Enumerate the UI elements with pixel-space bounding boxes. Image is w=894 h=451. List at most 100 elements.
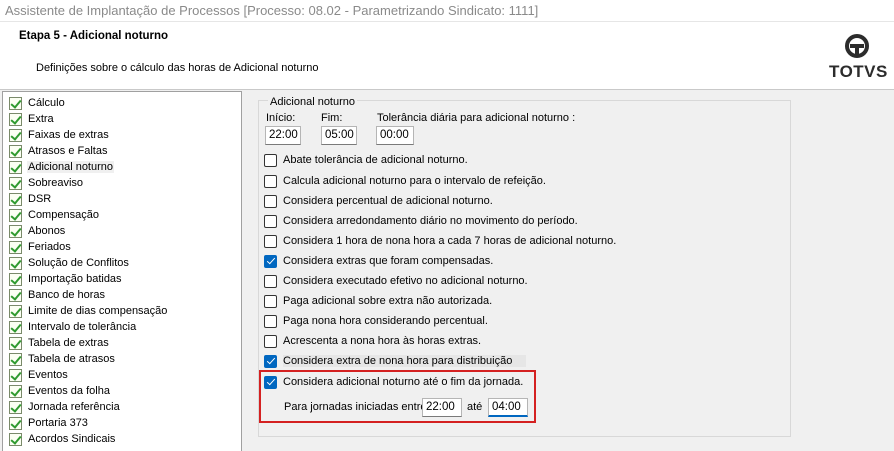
checkbox[interactable] — [264, 294, 277, 308]
checkbox[interactable] — [264, 274, 277, 288]
check-icon — [9, 128, 22, 142]
option-considera-percentual[interactable]: Considera percentual de adicional noturn… — [264, 193, 493, 209]
tree-item-faixas-de-extras[interactable]: Faixas de extras — [9, 127, 110, 143]
steps-tree[interactable]: Cálculo Extra Faixas de extras Atrasos e… — [2, 91, 242, 451]
check-icon — [9, 288, 22, 302]
checkbox[interactable] — [264, 334, 277, 348]
option-extras-compensadas[interactable]: Considera extras que foram compensadas. — [264, 253, 493, 269]
tree-item-eventos[interactable]: Eventos — [9, 367, 69, 383]
option-label: Considera percentual de adicional noturn… — [283, 195, 493, 207]
option-abate-tolerancia[interactable]: Abate tolerância de adicional noturno. — [264, 152, 468, 168]
tree-item-label: Limite de dias compensação — [28, 305, 168, 317]
inicio-label: Início: — [266, 112, 296, 124]
tree-item-label: Acordos Sindicais — [28, 433, 116, 445]
fim-label: Fim: — [321, 112, 343, 124]
check-icon — [9, 416, 22, 430]
tree-item-label: Adicional noturno — [27, 161, 115, 173]
step-description: Definições sobre o cálculo das horas de … — [36, 62, 319, 74]
tree-item-label: DSR — [28, 193, 52, 205]
check-icon — [9, 256, 22, 270]
tree-item-jornada-referencia[interactable]: Jornada referência — [9, 399, 121, 415]
check-icon — [9, 336, 22, 350]
tree-item-tabela-de-atrasos[interactable]: Tabela de atrasos — [9, 351, 116, 367]
tree-item-label: Tabela de atrasos — [28, 353, 115, 365]
tree-item-solucao-de-conflitos[interactable]: Solução de Conflitos — [9, 255, 130, 271]
tree-item-label: Abonos — [28, 225, 66, 237]
option-label: Paga nona hora considerando percentual. — [283, 315, 488, 327]
tree-item-calculo[interactable]: Cálculo — [9, 95, 66, 111]
tree-item-atrasos-e-faltas[interactable]: Atrasos e Faltas — [9, 143, 108, 159]
tree-item-intervalo-de-tolerancia[interactable]: Intervalo de tolerância — [9, 319, 137, 335]
option-label: Considera executado efetivo no adicional… — [283, 275, 528, 287]
tree-item-portaria-373[interactable]: Portaria 373 — [9, 415, 89, 431]
check-icon — [9, 368, 22, 382]
tree-item-abonos[interactable]: Abonos — [9, 223, 66, 239]
checkbox[interactable] — [264, 234, 277, 248]
checkbox[interactable] — [264, 314, 277, 328]
tree-item-label: Intervalo de tolerância — [28, 321, 137, 333]
tolerancia-input[interactable]: 00:00 — [376, 126, 414, 145]
check-icon — [9, 144, 22, 158]
checkbox-checked[interactable] — [264, 254, 277, 268]
check-icon — [9, 112, 22, 126]
tree-item-compensacao[interactable]: Compensação — [9, 207, 100, 223]
tolerancia-label: Tolerância diária para adicional noturno… — [377, 112, 576, 124]
check-icon — [9, 384, 22, 398]
fim-input[interactable]: 05:00 — [321, 126, 357, 145]
check-icon — [9, 224, 22, 238]
highlight-box — [259, 370, 536, 423]
inicio-input[interactable]: 22:00 — [265, 126, 301, 145]
check-icon — [9, 432, 22, 446]
option-label: Acrescenta a nona hora às horas extras. — [283, 335, 482, 347]
checkbox[interactable] — [264, 174, 277, 188]
checkbox-checked[interactable] — [264, 354, 277, 368]
option-label: Considera extra de nona hora para distri… — [283, 355, 527, 367]
tree-item-acordos-sindicais[interactable]: Acordos Sindicais — [9, 431, 116, 447]
option-nona-hora-7-horas[interactable]: Considera 1 hora de nona hora a cada 7 h… — [264, 233, 616, 249]
option-nona-hora-percentual[interactable]: Paga nona hora considerando percentual. — [264, 313, 488, 329]
tree-item-label: Importação batidas — [28, 273, 122, 285]
option-label: Calcula adicional noturno para o interva… — [283, 175, 546, 187]
checkbox[interactable] — [264, 214, 277, 228]
tree-item-importacao-batidas[interactable]: Importação batidas — [9, 271, 123, 287]
option-acrescenta-nona-hora[interactable]: Acrescenta a nona hora às horas extras. — [264, 333, 481, 349]
tree-item-label: Eventos da folha — [28, 385, 110, 397]
option-extra-nao-autorizada[interactable]: Paga adicional sobre extra não autorizad… — [264, 293, 492, 309]
tree-item-label: Faixas de extras — [28, 129, 109, 141]
tree-item-dsr[interactable]: DSR — [9, 191, 52, 207]
tree-item-banco-de-horas[interactable]: Banco de horas — [9, 287, 106, 303]
tree-item-tabela-de-extras[interactable]: Tabela de extras — [9, 335, 110, 351]
option-label: Paga adicional sobre extra não autorizad… — [283, 295, 493, 307]
checkbox[interactable] — [264, 194, 277, 208]
tree-item-label: Banco de horas — [28, 289, 106, 301]
tree-item-label: Portaria 373 — [28, 417, 88, 429]
checkbox[interactable] — [264, 153, 277, 167]
window-title: Assistente de Implantação de Processos [… — [5, 3, 539, 18]
logo-text: TOTVS — [829, 62, 888, 81]
tree-item-limite-de-dias-compensacao[interactable]: Limite de dias compensação — [9, 303, 168, 319]
tree-item-feriados[interactable]: Feriados — [9, 239, 72, 255]
tree-item-adicional-noturno[interactable]: Adicional noturno — [9, 159, 115, 175]
tree-item-label: Compensação — [28, 209, 99, 221]
option-label: Considera extras que foram compensadas. — [283, 255, 494, 267]
check-icon — [9, 320, 22, 334]
tree-item-label: Solução de Conflitos — [28, 257, 129, 269]
check-icon — [9, 352, 22, 366]
tree-item-extra[interactable]: Extra — [9, 111, 55, 127]
check-icon — [9, 192, 22, 206]
tree-item-sobreaviso[interactable]: Sobreaviso — [9, 175, 84, 191]
tree-item-eventos-da-folha[interactable]: Eventos da folha — [9, 383, 111, 399]
wizard-header: Etapa 5 - Adicional noturno Definições s… — [0, 22, 894, 90]
option-label: Considera 1 hora de nona hora a cada 7 h… — [283, 235, 617, 247]
check-icon — [9, 400, 22, 414]
option-executado-efetivo[interactable]: Considera executado efetivo no adicional… — [264, 273, 528, 289]
check-icon — [9, 240, 22, 254]
option-extra-nona-hora-distribuicao[interactable]: Considera extra de nona hora para distri… — [264, 353, 527, 369]
option-arredondamento-diario[interactable]: Considera arredondamento diário no movim… — [264, 213, 578, 229]
check-icon — [9, 176, 22, 190]
step-title: Etapa 5 - Adicional noturno — [19, 30, 169, 42]
option-calcula-intervalo-refeicao[interactable]: Calcula adicional noturno para o interva… — [264, 173, 546, 189]
tree-item-label: Jornada referência — [28, 401, 120, 413]
tree-item-label: Cálculo — [28, 97, 65, 109]
group-title: Adicional noturno — [268, 96, 358, 108]
